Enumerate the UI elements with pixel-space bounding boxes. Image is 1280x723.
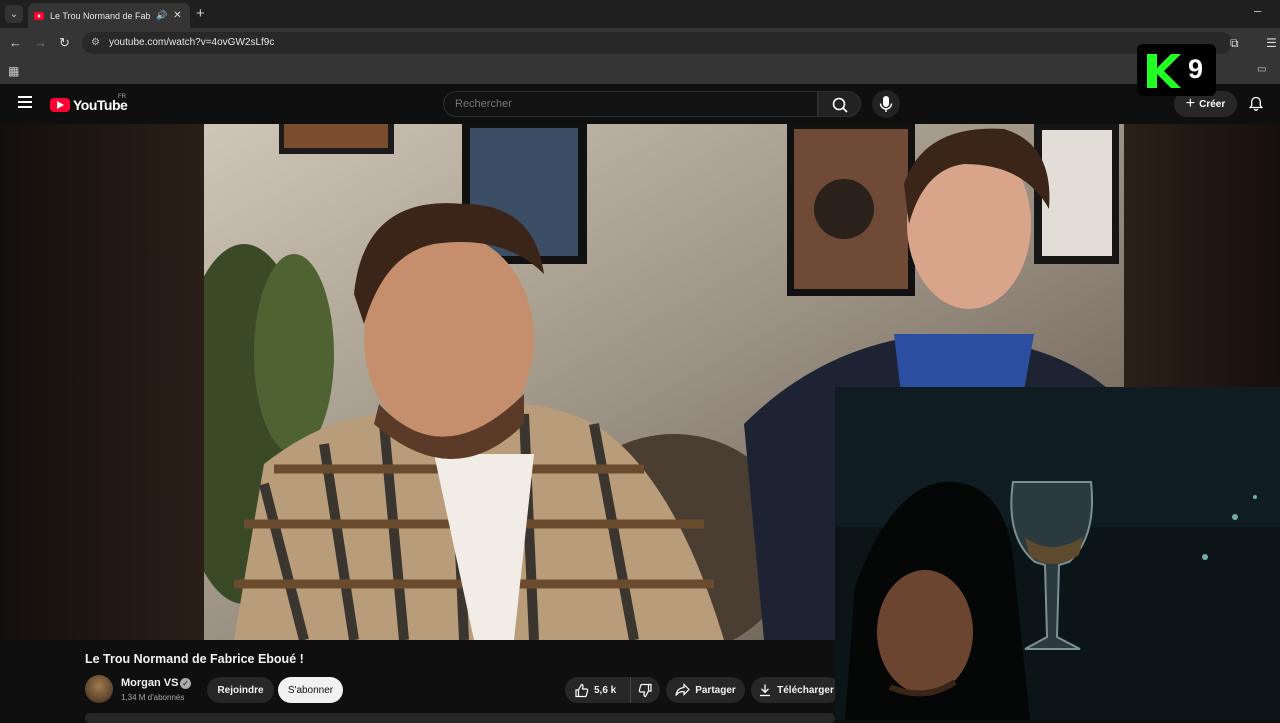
thumbs-up-icon [575,683,589,697]
tab-search-button[interactable]: ⌄ [5,5,23,23]
like-count: 5,6 k [594,684,617,696]
verified-badge-icon: ✓ [180,678,191,689]
video-blur-left [0,124,204,640]
hamburger-menu-icon[interactable] [18,96,32,108]
youtube-logo[interactable]: YouTube [50,97,128,113]
tab-title: Le Trou Normand de Fabric [50,10,150,21]
back-icon[interactable]: ← [9,35,22,50]
plus-icon: + [1185,95,1196,112]
browser-tab[interactable]: Le Trou Normand de Fabric 🔊 ✕ [28,3,190,28]
join-button[interactable]: Rejoindre [207,677,274,703]
site-info-icon[interactable]: ⚙ [91,37,100,48]
subscriber-count: 1,34 M d'abonnés [121,693,185,702]
overlay-number: 9 [1188,54,1204,84]
voice-search-button[interactable] [872,90,900,118]
k-logo-icon [1147,54,1181,88]
bookmarks-bar: ▦ ▭ [0,58,1280,84]
browser-tab-bar: ⌄ Le Trou Normand de Fabric 🔊 ✕ + – [0,0,1280,28]
video-title: Le Trou Normand de Fabrice Eboué ! [85,652,304,666]
speaker-icon[interactable]: 🔊 [156,10,167,21]
address-bar[interactable]: ⚙ youtube.com/watch?v=4ovGW2sLf9c [82,32,1232,54]
search-input[interactable] [444,92,817,116]
extensions-icon[interactable]: ⧉ [1230,36,1239,51]
channel-name[interactable]: Morgan VS [121,677,178,689]
thumbs-down-icon [638,683,652,697]
youtube-favicon-icon [34,11,44,20]
share-button[interactable]: Partager [666,677,745,703]
reload-icon[interactable]: ↻ [59,35,70,51]
download-label: Télécharger [777,684,834,696]
like-button[interactable]: 5,6 k [565,677,625,703]
subscribe-button[interactable]: S'abonner [278,677,343,703]
search-icon [832,97,848,113]
create-label: Créer [1199,98,1226,110]
youtube-header: YouTube FR + Créer [0,84,1280,124]
search-box[interactable] [443,91,818,117]
browser-toolbar: ← → ↻ ⚙ youtube.com/watch?v=4ovGW2sLf9c … [0,28,1280,58]
download-icon [760,684,771,697]
minimize-window-button[interactable]: – [1254,3,1261,18]
close-tab-icon[interactable]: ✕ [173,10,181,21]
dislike-button[interactable] [630,677,660,703]
webcam-scene [835,387,1280,720]
description-box[interactable] [85,713,835,723]
webcam-overlay [835,387,1280,720]
share-arrow-icon [675,683,691,696]
notifications-bell-icon[interactable] [1248,96,1264,112]
download-button[interactable]: Télécharger [751,677,841,703]
apps-grid-icon[interactable]: ▦ [8,64,19,78]
new-tab-button[interactable]: + [196,5,205,22]
channel-overlay-logo: 9 [1137,44,1216,96]
youtube-play-icon [50,98,70,112]
like-dislike-group: 5,6 k [565,677,660,703]
url-text[interactable]: youtube.com/watch?v=4ovGW2sLf9c [109,37,274,48]
reading-list-icon[interactable]: ☰ [1266,36,1277,50]
bookmark-folder-icon[interactable]: ▭ [1257,64,1266,75]
share-label: Partager [695,684,736,696]
channel-avatar[interactable] [85,675,113,703]
country-code: FR [118,94,126,100]
forward-icon[interactable]: → [34,35,47,50]
microphone-icon [879,96,893,112]
search-button[interactable] [818,91,861,117]
